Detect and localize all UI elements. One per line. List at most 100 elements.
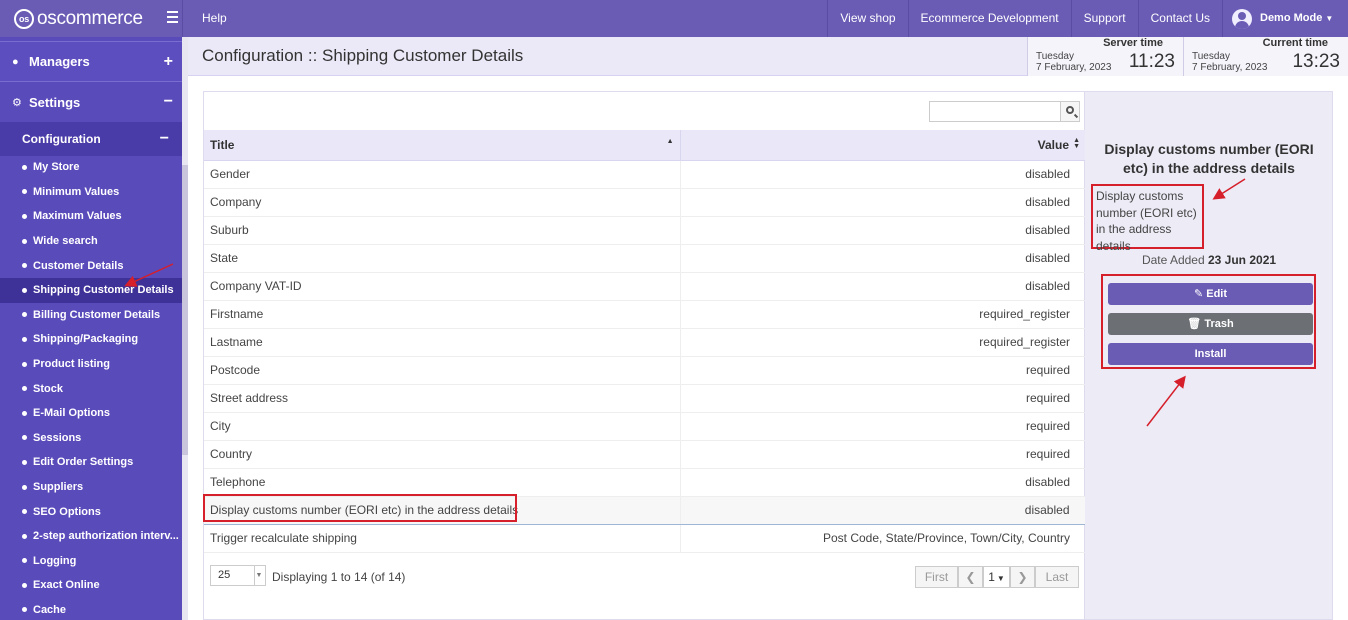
chevron-down-icon: ▼: [1325, 14, 1334, 23]
chevron-down-icon: ▼: [996, 574, 1005, 583]
sidebar-scrollbar[interactable]: [182, 37, 188, 620]
sidebar-item-minimum-values[interactable]: Minimum Values: [0, 180, 182, 205]
pencil-icon: ✎: [1193, 288, 1204, 300]
sidebar-item-maximum-values[interactable]: Maximum Values: [0, 204, 182, 229]
last-page-button[interactable]: Last: [1035, 566, 1079, 588]
sidebar-item-suppliers[interactable]: Suppliers: [0, 475, 182, 500]
current-time-label: Current time: [1262, 37, 1328, 49]
user-name: Demo Mode: [1260, 12, 1323, 24]
contact-us-link[interactable]: Contact Us: [1137, 0, 1222, 37]
sidebar-item-logging[interactable]: Logging: [0, 549, 182, 574]
sidebar-item-label: My Store: [33, 161, 80, 174]
menu-toggle-icon[interactable]: [167, 11, 178, 23]
sidebar-item-sessions[interactable]: Sessions: [0, 426, 182, 451]
user-menu[interactable]: Demo Mode ▼: [1222, 0, 1348, 37]
sidebar-item-customer-details[interactable]: Customer Details: [0, 253, 182, 278]
column-header-label: Value: [1037, 137, 1069, 152]
search-button[interactable]: [1060, 101, 1080, 122]
column-header-label: Title: [210, 137, 235, 152]
chevron-right-icon: ❯: [1017, 570, 1028, 584]
cell-title: Company VAT-ID: [204, 272, 680, 301]
table-row[interactable]: City required: [204, 412, 1085, 441]
next-page-button[interactable]: ❯: [1010, 566, 1035, 588]
table-row[interactable]: State disabled: [204, 244, 1085, 273]
avatar-icon: [1232, 8, 1252, 29]
sidebar-item-label: 2-step authorization interv...: [33, 530, 179, 543]
sidebar-item-stock[interactable]: Stock: [0, 376, 182, 401]
brand-logo[interactable]: os oscommerce: [0, 0, 182, 37]
prev-page-button[interactable]: ❮: [958, 566, 983, 588]
edit-button[interactable]: ✎ Edit: [1108, 283, 1313, 305]
current-day: Tuesday: [1192, 51, 1230, 62]
bullet-icon: [22, 336, 27, 342]
brand-mark-icon: os: [14, 8, 34, 29]
page-select[interactable]: 1 ▼: [983, 566, 1010, 588]
sidebar-item-edit-order-settings[interactable]: Edit Order Settings: [0, 450, 182, 475]
cell-title: Street address: [204, 384, 680, 413]
sidebar-item-exact-online[interactable]: Exact Online: [0, 573, 182, 598]
cell-title: Lastname: [204, 328, 680, 357]
view-shop-link[interactable]: View shop: [827, 0, 907, 37]
sidebar-item-email-options[interactable]: E-Mail Options: [0, 401, 182, 426]
cell-title: Country: [204, 440, 680, 469]
sidebar-item-label: Billing Customer Details: [33, 308, 161, 321]
bullet-icon: [22, 459, 27, 465]
table-row[interactable]: Telephone disabled: [204, 468, 1085, 497]
current-date-text: 7 February, 2023: [1192, 62, 1268, 73]
sidebar-item-label: E-Mail Options: [33, 407, 110, 420]
column-header-title[interactable]: Title ▲: [204, 130, 680, 161]
sidebar-item-billing-customer-details[interactable]: Billing Customer Details: [0, 303, 182, 328]
table-row[interactable]: Postcode required: [204, 356, 1085, 385]
bullet-icon: [22, 484, 27, 490]
sidebar-item-cache[interactable]: Cache: [0, 598, 182, 620]
page-number: 1: [988, 570, 995, 584]
cell-value: disabled: [679, 468, 1085, 497]
trash-button[interactable]: 🗑 Trash: [1108, 313, 1313, 335]
sidebar-item-my-store[interactable]: My Store: [0, 155, 182, 180]
sidebar-item-seo-options[interactable]: SEO Options: [0, 499, 182, 524]
sidebar-item-wide-search[interactable]: Wide search: [0, 229, 182, 254]
sidebar-item-label: Shipping Customer Details: [33, 284, 174, 297]
brand-name: oscommerce: [37, 7, 143, 29]
bullet-icon: [22, 582, 27, 588]
sidebar-item-configuration[interactable]: Configuration −: [0, 122, 182, 156]
sidebar-item-label: Logging: [33, 554, 77, 567]
sidebar-item-label: Configuration: [22, 132, 101, 146]
sidebar-item-product-listing[interactable]: Product listing: [0, 352, 182, 377]
search-input[interactable]: [929, 101, 1061, 122]
sidebar-item-2-step-authorization[interactable]: 2-step authorization interv...: [0, 524, 182, 549]
sidebar-item-shipping-packaging[interactable]: Shipping/Packaging: [0, 327, 182, 352]
bullet-icon: [22, 509, 27, 515]
scrollbar-thumb[interactable]: [182, 165, 188, 455]
table-row[interactable]: Company VAT-ID disabled: [204, 272, 1085, 301]
expand-plus-icon: +: [163, 53, 173, 70]
table-row[interactable]: Suburb disabled: [204, 216, 1085, 245]
sidebar-item-label: Minimum Values: [33, 185, 120, 198]
install-button[interactable]: Install: [1108, 343, 1313, 365]
table-row[interactable]: Country required: [204, 440, 1085, 469]
table-row[interactable]: Street address required: [204, 384, 1085, 413]
per-page-select[interactable]: 25 ▼: [210, 565, 266, 586]
server-time-box: Server time Tuesday 7 February, 2023 11:2…: [1027, 37, 1183, 76]
detail-description: Display customs number (EORI etc) in the…: [1091, 184, 1204, 253]
column-header-value[interactable]: Value ▲ ▼: [679, 130, 1085, 161]
support-link[interactable]: Support: [1070, 0, 1138, 37]
date-added-value: 23 Jun 2021: [1208, 253, 1277, 267]
sidebar-section-settings[interactable]: ⚙ Settings −: [0, 81, 182, 122]
search-icon: [1066, 106, 1074, 114]
sidebar-item-shipping-customer-details[interactable]: Shipping Customer Details: [0, 277, 182, 303]
table-row[interactable]: Gender disabled: [204, 160, 1085, 189]
sidebar-item-label: Shipping/Packaging: [33, 333, 139, 346]
ecommerce-development-link[interactable]: Ecommerce Development: [907, 0, 1071, 37]
config-table: Title ▲ Value ▲ ▼ Gender disabled Company dis…: [204, 130, 1086, 553]
sidebar-section-managers[interactable]: ● Managers +: [0, 41, 182, 81]
table-row[interactable]: Firstname required_register: [204, 300, 1085, 329]
table-row[interactable]: Lastname required_register: [204, 328, 1085, 357]
table-row[interactable]: Trigger recalculate shipping Post Code, S…: [204, 524, 1085, 553]
help-link[interactable]: Help: [182, 0, 242, 37]
first-page-button[interactable]: First: [915, 566, 958, 588]
cell-title: Telephone: [204, 468, 680, 497]
cell-title: Suburb: [204, 216, 680, 245]
pagination-bar: 25 ▼ Displaying 1 to 14 (of 14) First ❮ 1…: [204, 563, 1085, 593]
table-row[interactable]: Company disabled: [204, 188, 1085, 217]
